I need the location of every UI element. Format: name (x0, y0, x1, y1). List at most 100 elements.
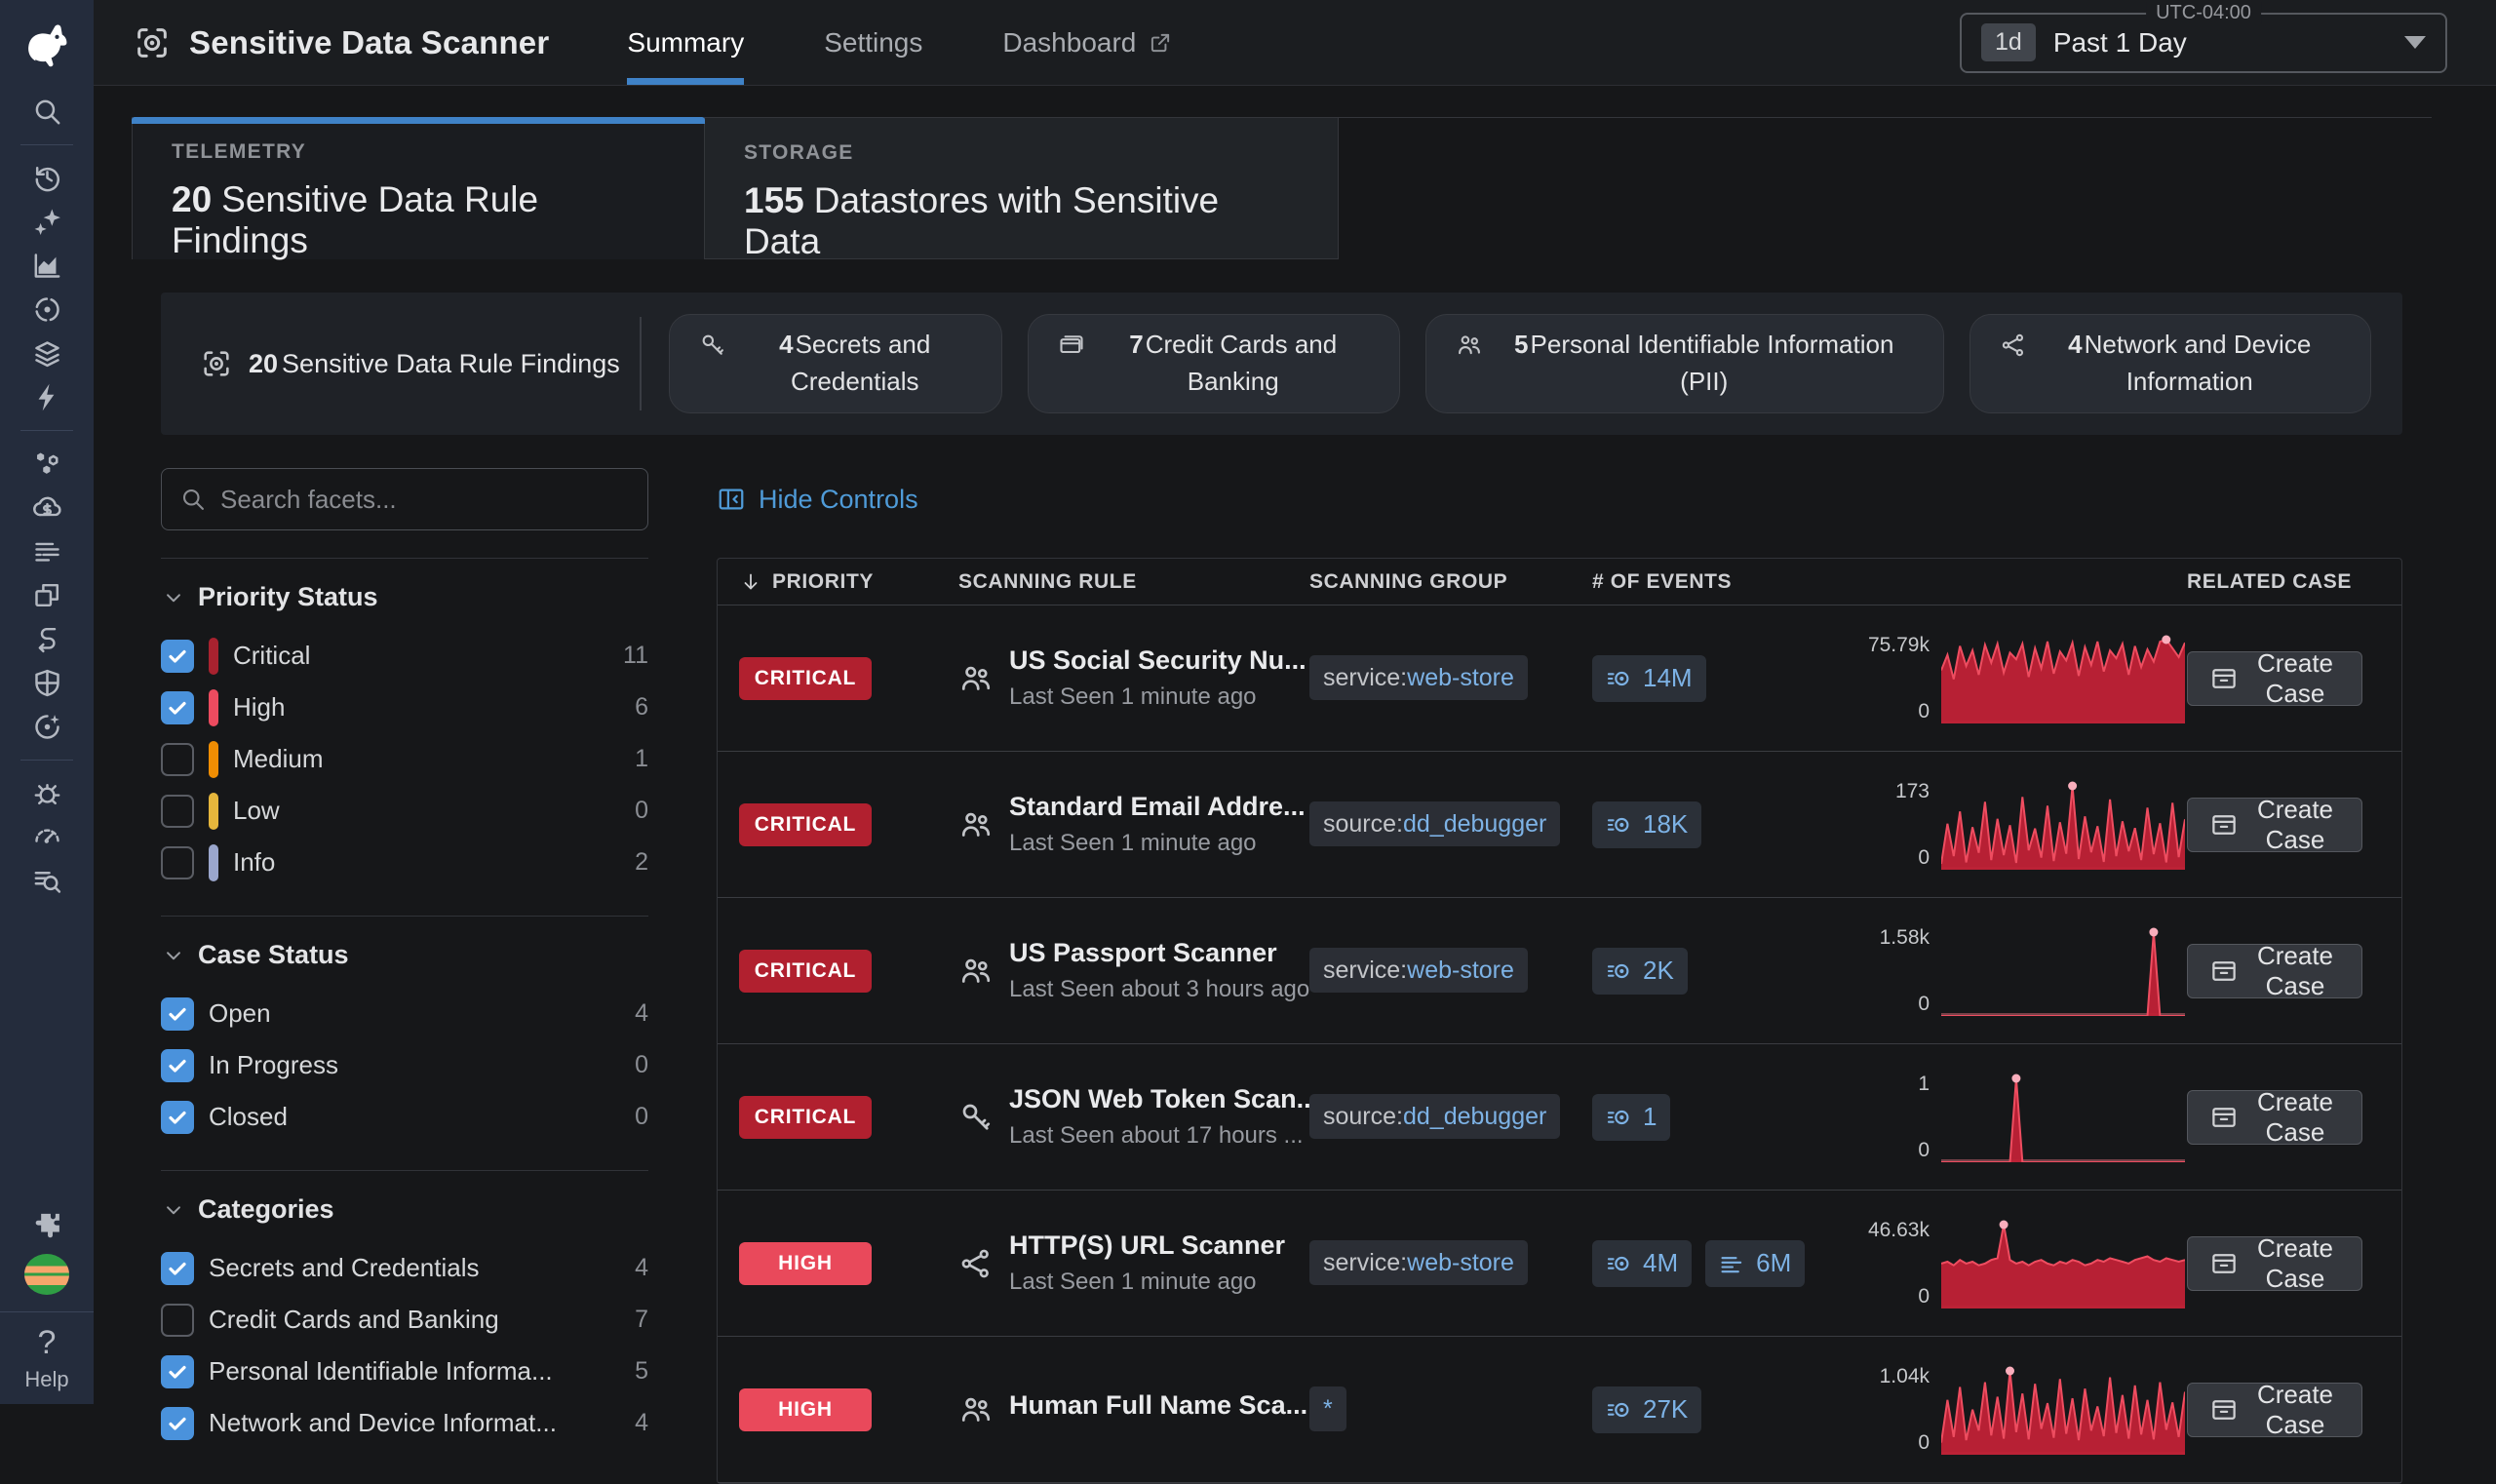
facet-item[interactable]: Critical 11 (161, 630, 648, 682)
scanning-rule-name[interactable]: HTTP(S) URL Scanner (1009, 1230, 1285, 1261)
event-count-chip[interactable]: 14M (1592, 655, 1706, 702)
checkbox[interactable] (161, 1252, 194, 1285)
sparkles-icon[interactable] (31, 206, 63, 238)
time-range-picker[interactable]: UTC-04:00 1d Past 1 Day (1960, 13, 2447, 73)
facet-item[interactable]: High 6 (161, 682, 648, 733)
facet-item[interactable]: Open 4 (161, 988, 648, 1039)
facet-label[interactable]: Closed (209, 1102, 620, 1132)
column-header-events[interactable]: # of Events (1592, 570, 1865, 594)
checkbox[interactable] (161, 997, 194, 1031)
bug-icon[interactable] (31, 777, 63, 809)
event-count-chip[interactable]: 6M (1705, 1240, 1805, 1287)
speedometer-icon[interactable] (31, 821, 63, 853)
facet-item[interactable]: In Progress 0 (161, 1039, 648, 1091)
scanning-group-tag[interactable]: source:dd_debugger (1309, 1094, 1560, 1139)
facet-item[interactable]: Info 2 (161, 837, 648, 888)
facet-label[interactable]: Low (233, 796, 620, 826)
gauge-icon[interactable] (31, 711, 63, 743)
facet-item[interactable]: Personal Identifiable Informa... 5 (161, 1346, 648, 1397)
hide-controls-button[interactable]: Hide Controls (717, 468, 918, 530)
metrics-icon[interactable] (31, 250, 63, 282)
datadog-logo-icon[interactable] (0, 0, 94, 90)
facet-label[interactable]: Open (209, 998, 620, 1029)
category-pill[interactable]: 4Secrets and Credentials (669, 314, 1002, 412)
total-findings-filter[interactable]: 20Sensitive Data Rule Findings (186, 347, 634, 380)
facet-group-header[interactable]: Priority Status (161, 582, 648, 612)
facet-label[interactable]: Personal Identifiable Informa... (209, 1356, 620, 1386)
facet-label[interactable]: Secrets and Credentials (209, 1253, 620, 1283)
create-case-button[interactable]: Create Case (2187, 1236, 2362, 1291)
facet-item[interactable]: Secrets and Credentials 4 (161, 1242, 648, 1294)
scanning-group-tag[interactable]: service:web-store (1309, 655, 1528, 700)
checkbox[interactable] (161, 1101, 194, 1134)
checkbox[interactable] (161, 1355, 194, 1388)
puzzle-icon[interactable] (31, 1209, 63, 1241)
facet-group-header[interactable]: Case Status (161, 940, 648, 970)
history-icon[interactable] (31, 162, 63, 194)
facet-label[interactable]: Network and Device Informat... (209, 1408, 620, 1438)
facet-label[interactable]: Credit Cards and Banking (209, 1305, 620, 1335)
facet-label[interactable]: Info (233, 847, 620, 878)
facet-label[interactable]: Medium (233, 744, 620, 774)
event-count-chip[interactable]: 1 (1592, 1094, 1670, 1141)
checkbox[interactable] (161, 640, 194, 673)
checkbox[interactable] (161, 846, 194, 879)
apps-icon[interactable] (31, 579, 63, 611)
facet-label[interactable]: In Progress (209, 1050, 620, 1080)
facet-item[interactable]: Credit Cards and Banking 7 (161, 1294, 648, 1346)
help-label[interactable]: Help (24, 1367, 68, 1392)
logs-icon[interactable] (31, 535, 63, 567)
column-header-priority[interactable]: Priority (739, 570, 958, 594)
category-pill[interactable]: 5Personal Identifiable Information (PII) (1425, 314, 1944, 412)
event-count-chip[interactable]: 27K (1592, 1386, 1701, 1433)
search-icon[interactable] (31, 96, 63, 128)
scanning-rule-name[interactable]: Standard Email Addre... (1009, 792, 1306, 822)
tab-storage[interactable]: STORAGE 155Datastores with Sensitive Dat… (705, 117, 1339, 259)
watchdog-icon[interactable] (31, 293, 63, 326)
cloud-cost-icon[interactable] (31, 491, 63, 524)
scanning-group-tag[interactable]: * (1309, 1386, 1346, 1431)
event-count-chip[interactable]: 4M (1592, 1240, 1692, 1287)
user-avatar[interactable] (24, 1254, 69, 1295)
scanning-rule-name[interactable]: US Passport Scanner (1009, 938, 1309, 968)
create-case-button[interactable]: Create Case (2187, 1090, 2362, 1145)
facet-label[interactable]: High (233, 692, 620, 722)
layers-icon[interactable] (31, 337, 63, 370)
checkbox[interactable] (161, 691, 194, 724)
facet-item[interactable]: Low 0 (161, 785, 648, 837)
checkbox[interactable] (161, 743, 194, 776)
scanning-group-tag[interactable]: service:web-store (1309, 948, 1528, 993)
scanning-rule-name[interactable]: Human Full Name Sca... (1009, 1390, 1307, 1421)
column-header-related-case[interactable]: Related Case (2187, 570, 2380, 594)
top-tab[interactable]: Summary (627, 0, 744, 85)
column-header-scanning-rule[interactable]: Scanning Rule (958, 570, 1309, 594)
scanning-rule-name[interactable]: JSON Web Token Scan... (1009, 1084, 1318, 1114)
tab-telemetry[interactable]: TELEMETRY 20Sensitive Data Rule Findings (132, 117, 705, 259)
search-input[interactable] (220, 485, 630, 515)
facet-label[interactable]: Critical (233, 641, 608, 671)
facet-group-header[interactable]: Categories (161, 1194, 648, 1225)
checkbox[interactable] (161, 1304, 194, 1337)
checkbox[interactable] (161, 1049, 194, 1082)
top-tab[interactable]: Dashboard (1002, 0, 1173, 85)
column-header-scanning-group[interactable]: Scanning Group (1309, 570, 1592, 594)
create-case-button[interactable]: Create Case (2187, 944, 2362, 998)
scanning-rule-name[interactable]: US Social Security Nu... (1009, 645, 1306, 676)
create-case-button[interactable]: Create Case (2187, 651, 2362, 706)
create-case-button[interactable]: Create Case (2187, 798, 2362, 852)
help-icon[interactable]: ? (38, 1326, 57, 1359)
category-pill[interactable]: 4Network and Device Information (1970, 314, 2371, 412)
scanning-group-tag[interactable]: service:web-store (1309, 1240, 1528, 1285)
event-count-chip[interactable]: 2K (1592, 948, 1688, 995)
facet-search[interactable] (161, 468, 648, 530)
top-tab[interactable]: Settings (824, 0, 922, 85)
facet-item[interactable]: Medium 1 (161, 733, 648, 785)
shield-icon[interactable] (31, 667, 63, 699)
facet-item[interactable]: Closed 0 (161, 1091, 648, 1143)
checkbox[interactable] (161, 795, 194, 828)
create-case-button[interactable]: Create Case (2187, 1383, 2362, 1437)
checkbox[interactable] (161, 1407, 194, 1440)
category-pill[interactable]: 7Credit Cards and Banking (1028, 314, 1400, 412)
bolt-icon[interactable] (31, 381, 63, 413)
scanning-group-tag[interactable]: source:dd_debugger (1309, 801, 1560, 846)
